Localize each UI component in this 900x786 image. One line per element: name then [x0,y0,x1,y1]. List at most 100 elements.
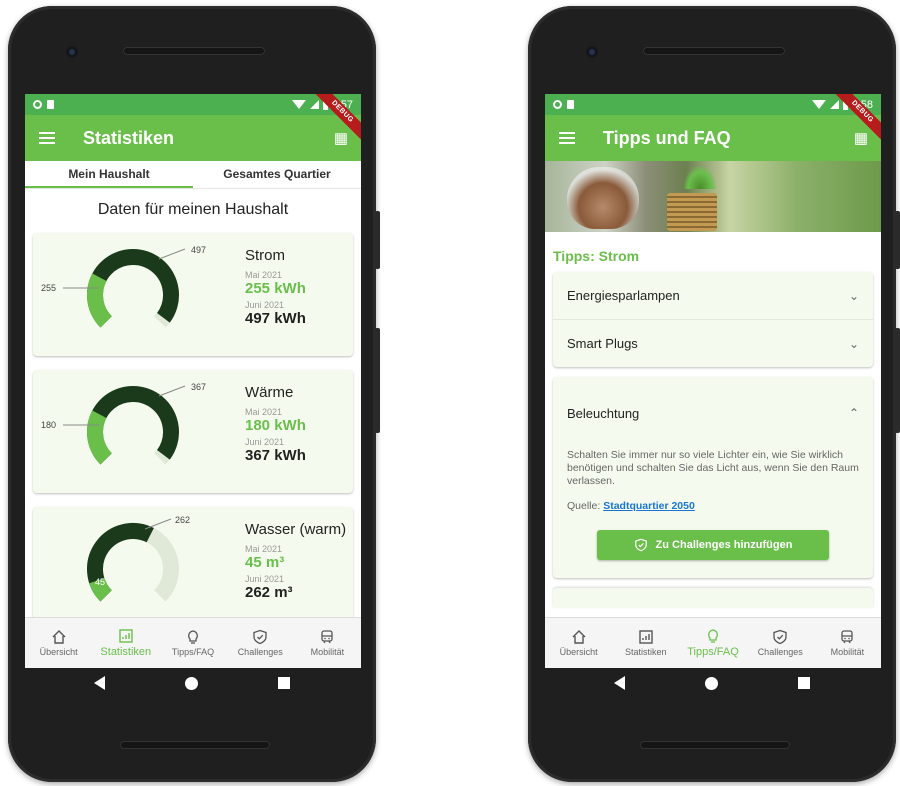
earpiece-speaker [643,47,785,55]
power-button [895,211,900,269]
chart-icon [119,629,133,643]
accordion-label: Beleuchtung [567,405,640,421]
chevron-up-icon: ⌃ [848,406,859,420]
stat-card-waerme[interactable]: 180 367 Wärme Mai 2021 180 kWh Juni 2021… [33,370,353,493]
front-camera [586,46,598,58]
nav-challenges[interactable]: Challenges [227,618,294,668]
nav-statistiken[interactable]: Statistiken [92,618,159,668]
gauge-waerme: 180 367 [41,382,206,465]
system-nav-bar [528,676,896,690]
train-icon [321,630,334,644]
volume-button [895,328,900,433]
page-title: Tipps und FAQ [603,127,731,148]
nav-label: Tipps/FAQ [687,646,739,658]
bottom-nav: Übersicht Statistiken Tipps/FAQ Challeng… [25,617,361,668]
shield-check-icon [634,538,647,552]
stat-info: Wasser (warm) Mai 2021 45 m³ Juni 2021 2… [245,521,346,601]
header-banner-image [545,161,881,232]
wifi-icon [811,100,826,109]
nav-uebersicht[interactable]: Übersicht [545,618,612,668]
wifi-icon [291,100,306,109]
stat-name: Wärme [245,384,294,401]
phone-right: 5:58 DEBUG Tipps und FAQ ▦ Tipps: Strom … [528,6,900,782]
accordion-label: Smart Plugs [567,336,638,351]
coin-stack-image [667,193,717,231]
home-button-icon[interactable] [185,676,198,690]
nav-label: Mobilität [310,647,345,657]
stat-month-2: Juni 2021 [245,300,285,310]
menu-icon[interactable] [39,132,55,144]
nav-label: Übersicht [39,647,78,657]
stat-value-2: 497 kWh [245,310,306,327]
back-icon[interactable] [94,676,105,690]
tab-bar: Mein Haushalt Gesamtes Quartier [25,161,361,189]
gauge-leader-juni [158,248,186,260]
gauge-arc-mai [87,410,113,465]
nav-statistiken[interactable]: Statistiken [612,618,679,668]
screen-statistiken: 5:57 DEBUG Statistiken ▦ Mein Haushalt G… [25,94,361,668]
tipps-heading: Tipps: Strom [553,248,640,264]
accordion-item-beleuchtung: Beleuchtung ⌃ Schalten Sie immer nur so … [553,377,873,578]
app-bar: Tipps und FAQ ▦ [545,115,881,161]
accordion-collapsed-group: Energiesparlampen ⌄ Smart Plugs ⌄ [553,272,873,367]
tab-mein-haushalt[interactable]: Mein Haushalt [25,161,193,188]
accordion-next-card[interactable] [553,588,873,608]
qr-grid-icon[interactable]: ▦ [334,131,348,146]
source-link[interactable]: Stadtquartier 2050 [603,500,695,512]
nav-uebersicht[interactable]: Übersicht [25,618,92,668]
page-title: Statistiken [83,127,175,148]
stat-month-1: Mai 2021 [245,270,283,280]
volume-button [375,328,380,433]
nav-tipps-faq[interactable]: Tipps/FAQ [159,618,226,668]
menu-icon[interactable] [559,132,575,144]
nav-tipps-faq[interactable]: Tipps/FAQ [679,618,746,668]
status-circle-icon [33,100,42,109]
stat-card-strom[interactable]: 255 497 Strom Mai 2021 255 kWh Juni 2021… [33,233,353,356]
status-bar: 5:57 DEBUG [25,94,361,141]
plant-image [683,165,717,189]
system-nav-bar [8,676,376,690]
chevron-down-icon: ⌄ [848,288,859,303]
bottom-speaker [120,741,270,749]
gauge-label-mai: 45 [95,577,105,587]
app-bar: Statistiken ▦ [25,115,361,161]
recent-apps-icon[interactable] [278,677,290,689]
nav-challenges[interactable]: Challenges [747,618,814,668]
nav-label: Übersicht [559,647,598,657]
accordion-item-energiesparlampen[interactable]: Energiesparlampen ⌄ [553,272,873,320]
stat-month-1: Mai 2021 [245,544,283,554]
front-camera [66,46,78,58]
gauge-leader-juni [158,385,186,397]
home-button-icon[interactable] [705,676,718,690]
chevron-down-icon: ⌄ [848,336,859,351]
accordion-item-smart-plugs[interactable]: Smart Plugs ⌄ [553,320,873,367]
gauge-leader-juni [144,518,172,530]
screen-tipps-faq: 5:58 DEBUG Tipps und FAQ ▦ Tipps: Strom … [545,94,881,668]
stat-value-1: 45 m³ [245,554,285,571]
gauge-label-mai: 255 [41,283,56,293]
tab-gesamtes-quartier[interactable]: Gesamtes Quartier [193,161,361,188]
add-to-challenges-button[interactable]: Zu Challenges hinzufügen [597,530,829,560]
qr-grid-icon[interactable]: ▦ [854,131,868,146]
gauge-label-juni: 367 [191,382,206,392]
back-icon[interactable] [614,676,625,690]
nav-label: Statistiken [100,646,152,658]
lightbulb-icon [708,629,718,643]
recent-apps-icon[interactable] [798,677,810,689]
nav-label: Challenges [237,647,283,657]
nav-mobilitaet[interactable]: Mobilität [294,618,361,668]
gauge-label-juni: 262 [175,515,190,525]
shield-check-icon [773,629,787,645]
accordion-label: Energiesparlampen [567,288,680,303]
button-label: Zu Challenges hinzufügen [655,539,793,551]
stat-month-1: Mai 2021 [245,407,283,417]
source-line: Quelle: Stadtquartier 2050 [567,500,859,512]
gauge-label-juni: 497 [191,245,206,255]
home-icon [572,630,586,644]
accordion-body-text: Schalten Sie immer nur so viele Lichter … [567,449,859,487]
nav-mobilitaet[interactable]: Mobilität [814,618,881,668]
source-label: Quelle: [567,500,601,512]
stat-month-2: Juni 2021 [245,437,285,447]
accordion-header[interactable]: Beleuchtung ⌃ [567,377,859,449]
bottom-speaker [640,741,790,749]
